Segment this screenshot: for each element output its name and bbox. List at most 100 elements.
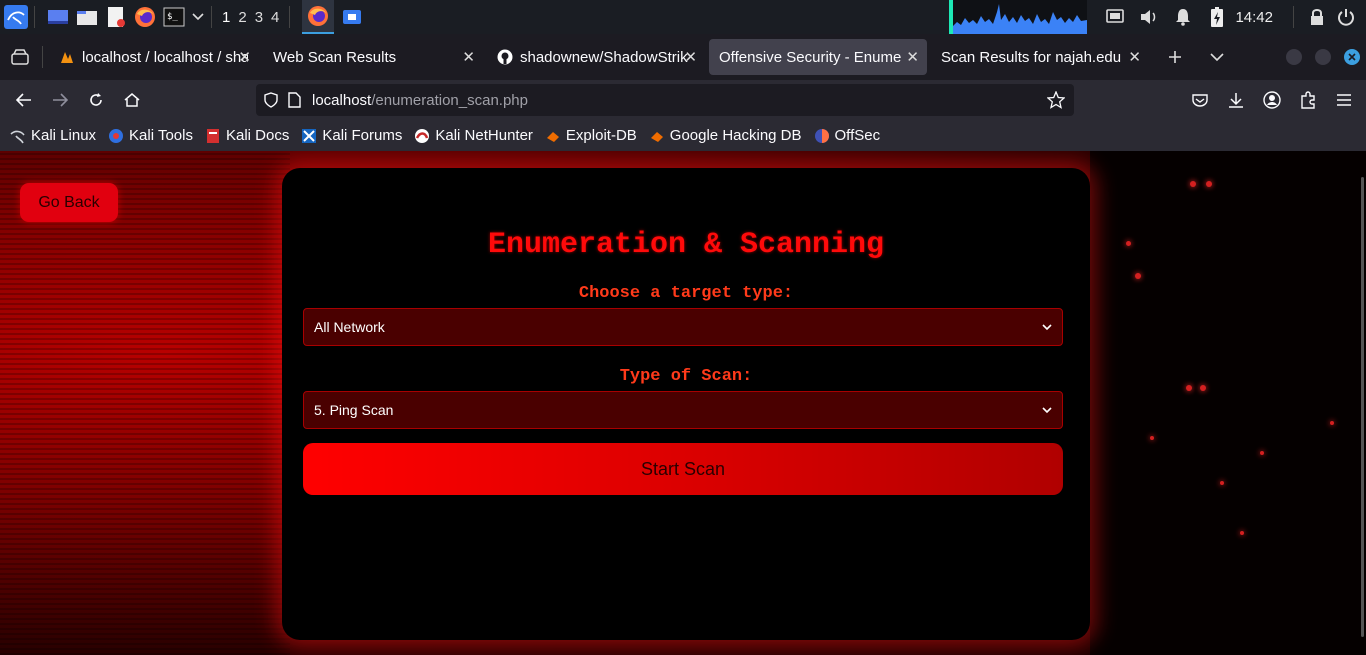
taskbar-separator (289, 6, 291, 28)
close-tab-icon[interactable]: ✕ (1128, 48, 1141, 66)
chevron-down-icon[interactable] (191, 5, 205, 29)
chevron-down-icon (1042, 407, 1052, 414)
downloads-icon[interactable] (1220, 84, 1252, 116)
back-arrow-icon[interactable] (8, 84, 40, 116)
workspace-switcher-icon[interactable] (46, 5, 70, 29)
volume-icon[interactable] (1137, 5, 1161, 29)
bookmark-label: Exploit-DB (565, 127, 637, 144)
forward-arrow-icon[interactable] (44, 84, 76, 116)
tab-phpmyadmin[interactable]: localhost / localhost / sha ✕ (49, 39, 259, 75)
target-type-label: Choose a target type: (578, 284, 794, 303)
firefox-icon[interactable] (133, 5, 157, 29)
bookmark-exploit-db[interactable]: Exploit-DB (545, 127, 637, 144)
scan-type-select[interactable]: 5. Ping Scan (303, 391, 1063, 429)
bookmark-label: Kali Docs (225, 127, 290, 144)
close-tab-icon[interactable]: ✕ (906, 48, 919, 66)
bookmark-kali-linux[interactable]: Kali Linux (10, 127, 96, 144)
workspace-4[interactable]: 4 (271, 9, 279, 26)
tab-github[interactable]: shadownew/ShadowStrik ✕ (487, 39, 705, 75)
workspace-1[interactable]: 1 (222, 9, 230, 26)
display-icon[interactable] (1103, 5, 1127, 29)
tab-web-scan-results[interactable]: Web Scan Results ✕ (263, 39, 483, 75)
reload-icon[interactable] (80, 84, 112, 116)
tab-title: localhost / localhost / sha (82, 48, 248, 66)
go-back-button[interactable]: Go Back (20, 183, 118, 222)
close-tab-icon[interactable]: ✕ (684, 48, 697, 66)
bookmarks-toolbar: Kali Linux Kali Tools Kali Docs Kali For… (0, 120, 1366, 151)
workspace-3[interactable]: 3 (255, 9, 263, 26)
close-window-button[interactable] (1344, 49, 1360, 65)
close-icon (1348, 53, 1356, 61)
shield-icon[interactable] (258, 84, 284, 116)
taskbar-separator (1293, 6, 1294, 28)
kali-menu-icon[interactable] (4, 5, 28, 29)
home-icon[interactable] (116, 84, 148, 116)
firefox-window-button[interactable] (302, 0, 335, 34)
bookmark-kali-docs[interactable]: Kali Docs (205, 127, 289, 144)
terminal-icon[interactable]: $_ (162, 5, 186, 29)
notifications-bell-icon[interactable] (1171, 5, 1195, 29)
scan-form-card: Enumeration & Scanning Choose a target t… (282, 168, 1090, 640)
bookmark-kali-nethunter[interactable]: Kali NetHunter (414, 127, 533, 144)
scan-type-value: 5. Ping Scan (314, 402, 394, 418)
tab-title: Web Scan Results (273, 48, 397, 66)
taskbar-separator (211, 6, 212, 28)
url-bar[interactable]: localhost/enumeration_scan.php (256, 84, 1074, 116)
start-scan-button[interactable]: Start Scan (303, 443, 1063, 495)
logout-icon[interactable] (1334, 5, 1358, 29)
background-texture (0, 151, 290, 655)
new-tab-plus-icon[interactable] (1159, 45, 1191, 69)
page-scrollbar[interactable] (1361, 177, 1364, 637)
menu-hamburger-icon[interactable] (1328, 84, 1360, 116)
extensions-icon[interactable] (1292, 84, 1324, 116)
github-icon (497, 49, 513, 65)
phpmyadmin-icon (61, 52, 73, 63)
bookmark-offsec[interactable]: OffSec (814, 127, 880, 144)
kali-tools-icon (109, 128, 124, 143)
url-path: /enumeration_scan.php (371, 91, 528, 109)
bookmark-label: Kali Linux (31, 127, 97, 144)
bookmark-label: Kali Tools (129, 127, 193, 144)
page-title: Enumeration & Scanning (487, 228, 885, 262)
tab-offensive-security[interactable]: Offensive Security - Enumera ✕ (709, 39, 927, 75)
url-host: localhost (312, 91, 372, 109)
bookmark-label: Kali Forums (322, 127, 403, 144)
target-type-select[interactable]: All Network (303, 308, 1063, 346)
page-info-icon[interactable] (284, 84, 304, 116)
close-tab-icon[interactable]: ✕ (238, 48, 251, 66)
battery-charging-icon (1205, 5, 1229, 29)
tab-bar: localhost / localhost / sha ✕ Web Scan R… (0, 34, 1366, 80)
account-icon[interactable] (1256, 84, 1288, 116)
taskbar: $_ 1 2 3 4 14:42 (0, 0, 1366, 34)
bookmark-star-icon[interactable] (1040, 84, 1072, 116)
maximize-window-button[interactable] (1315, 49, 1331, 65)
ghdb-icon (650, 131, 663, 142)
app-window-icon[interactable] (340, 5, 364, 29)
kali-dragon-icon (10, 130, 25, 143)
target-type-value: All Network (314, 319, 385, 335)
tab-scan-results-najah[interactable]: Scan Results for najah.edu ✕ (931, 39, 1149, 75)
kali-docs-icon (206, 128, 219, 143)
minimize-window-button[interactable] (1286, 49, 1302, 65)
scan-type-label: Type of Scan: (619, 367, 753, 386)
firefox-icon (308, 6, 329, 26)
text-editor-icon[interactable] (104, 5, 128, 29)
close-tab-icon[interactable]: ✕ (462, 48, 475, 66)
exploit-db-icon (546, 131, 559, 142)
offsec-icon (814, 128, 829, 143)
nethunter-icon (415, 128, 430, 143)
bookmark-kali-tools[interactable]: Kali Tools (108, 127, 193, 144)
page-content: Go Back Enumeration & Scanning Choose a … (0, 151, 1366, 655)
tab-title: shadownew/ShadowStrik (520, 48, 688, 66)
list-all-tabs-chevron-icon[interactable] (1201, 45, 1233, 69)
tab-title: Offensive Security - Enumera (719, 48, 901, 66)
bookmark-google-hacking-db[interactable]: Google Hacking DB (649, 127, 802, 144)
taskbar-separator (34, 6, 35, 28)
lock-icon[interactable] (1305, 5, 1329, 29)
tab-overview-icon[interactable] (8, 45, 32, 69)
url-text[interactable]: localhost/enumeration_scan.php (312, 92, 528, 109)
pocket-icon[interactable] (1184, 84, 1216, 116)
bookmark-kali-forums[interactable]: Kali Forums (301, 127, 402, 144)
file-manager-icon[interactable] (75, 5, 99, 29)
workspace-2[interactable]: 2 (238, 9, 246, 26)
